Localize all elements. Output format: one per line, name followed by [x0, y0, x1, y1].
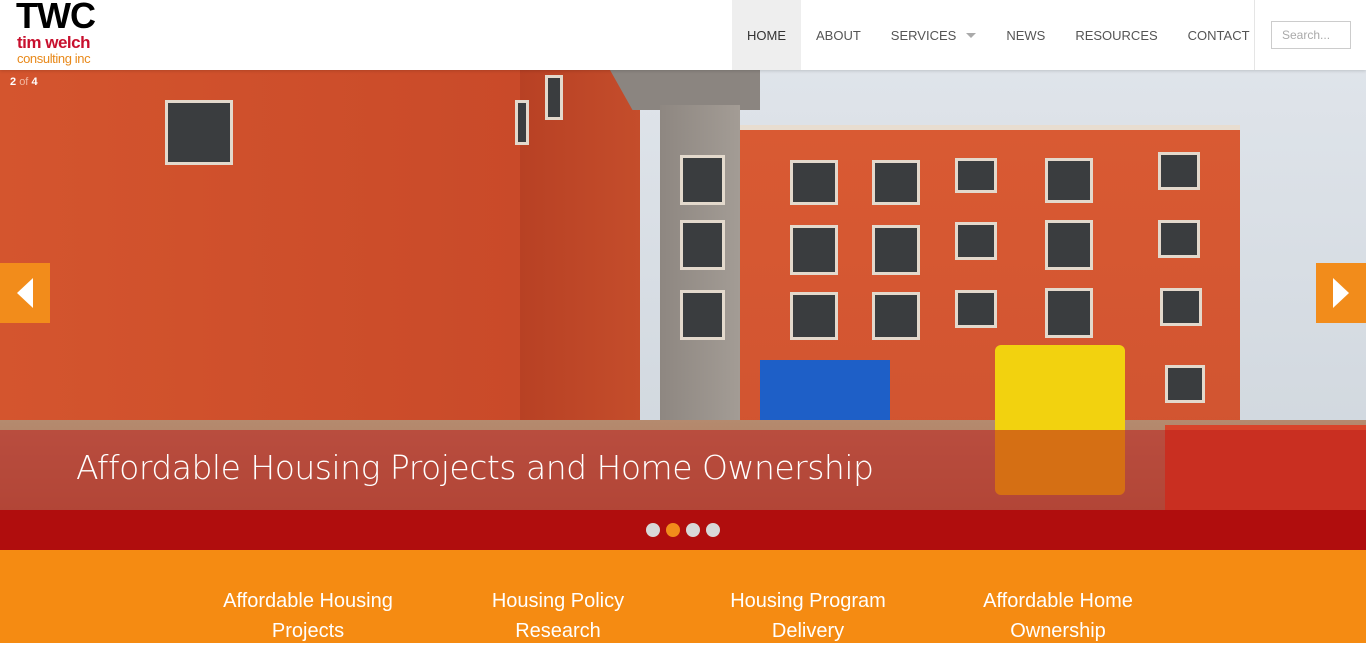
window: [680, 220, 725, 270]
window: [955, 222, 997, 260]
window: [515, 100, 529, 145]
arrow-right-icon: [1333, 278, 1349, 308]
window: [872, 292, 920, 340]
window: [955, 290, 997, 328]
logo-wordmark: TWC: [16, 0, 96, 36]
lift-machine: [760, 360, 890, 420]
window: [1158, 220, 1200, 258]
logo[interactable]: TWC tim welch consulting inc: [16, 0, 106, 70]
service-title: Projects: [271, 620, 345, 642]
window: [1045, 220, 1093, 270]
search-input[interactable]: [1271, 21, 1351, 49]
window: [680, 155, 725, 205]
service-title: Research: [515, 620, 601, 642]
window: [1165, 365, 1205, 403]
nav-item-about[interactable]: ABOUT: [801, 0, 876, 70]
slide-dot-3[interactable]: [686, 523, 700, 537]
nav-item-services[interactable]: SERVICES: [876, 0, 992, 70]
service-housing-policy-research[interactable]: Housing Policy Research: [448, 586, 668, 646]
service-title: Affordable Home: [983, 590, 1133, 612]
nav-item-contact[interactable]: CONTACT: [1173, 0, 1265, 70]
window: [1045, 288, 1093, 338]
service-title: Affordable Housing: [223, 590, 393, 612]
slide-current: 2: [10, 76, 17, 88]
slide-dot-4[interactable]: [706, 523, 720, 537]
logo-tagline: consulting inc: [17, 51, 91, 66]
nav-label: SERVICES: [890, 27, 957, 43]
nav-label: ABOUT: [816, 27, 861, 43]
building-roof: [610, 70, 760, 110]
window: [1160, 288, 1202, 326]
main-nav: HOME ABOUT SERVICES NEWS RESOURCES CONTA…: [732, 0, 1265, 70]
slide-caption: Affordable Housing Projects and Home Own…: [76, 448, 874, 487]
window: [790, 225, 838, 275]
slide-of: of: [19, 76, 29, 88]
service-housing-program-delivery[interactable]: Housing Program Delivery: [698, 586, 918, 646]
window: [165, 100, 233, 165]
slide-total: 4: [31, 76, 38, 88]
service-title: Housing Program: [730, 590, 886, 612]
nav-item-news[interactable]: NEWS: [991, 0, 1060, 70]
arrow-left-icon: [17, 278, 33, 308]
slide-dot-2[interactable]: [666, 523, 680, 537]
service-affordable-home-ownership[interactable]: Affordable Home Ownership: [948, 586, 1168, 646]
window: [680, 290, 725, 340]
window: [790, 160, 838, 205]
nav-item-home[interactable]: HOME: [732, 0, 801, 70]
slide-dot-1[interactable]: [646, 523, 660, 537]
next-slide-button[interactable]: [1316, 263, 1366, 323]
service-title: Delivery: [771, 620, 845, 642]
hero-slider: 2 of 4 Affordable Housing Projects and H…: [0, 70, 1366, 510]
logo-name: tim welch: [17, 33, 90, 52]
nav-label: NEWS: [1006, 27, 1046, 43]
service-title: Ownership: [1010, 620, 1106, 642]
site-header: TWC tim welch consulting inc HOME ABOUT …: [0, 0, 1366, 70]
window: [1045, 158, 1093, 203]
caret-down-icon: [966, 32, 977, 38]
nav-item-resources[interactable]: RESOURCES: [1060, 0, 1172, 70]
service-title: Housing Policy: [491, 590, 625, 612]
window: [545, 75, 563, 120]
nav-label: HOME: [747, 27, 786, 43]
services-band: Affordable Housing Projects Housing Poli…: [0, 550, 1366, 643]
window: [790, 292, 838, 340]
service-affordable-housing-projects[interactable]: Affordable Housing Projects: [198, 586, 418, 646]
nav-label: RESOURCES: [1075, 27, 1158, 43]
nav-label: CONTACT: [1187, 27, 1250, 43]
slider-pagination: [0, 510, 1366, 550]
window: [872, 225, 920, 275]
window: [872, 160, 920, 205]
slide-counter: 2 of 4: [10, 76, 38, 88]
window: [1158, 152, 1200, 190]
prev-slide-button[interactable]: [0, 263, 50, 323]
nav-divider: [1254, 0, 1255, 70]
window: [955, 158, 997, 193]
